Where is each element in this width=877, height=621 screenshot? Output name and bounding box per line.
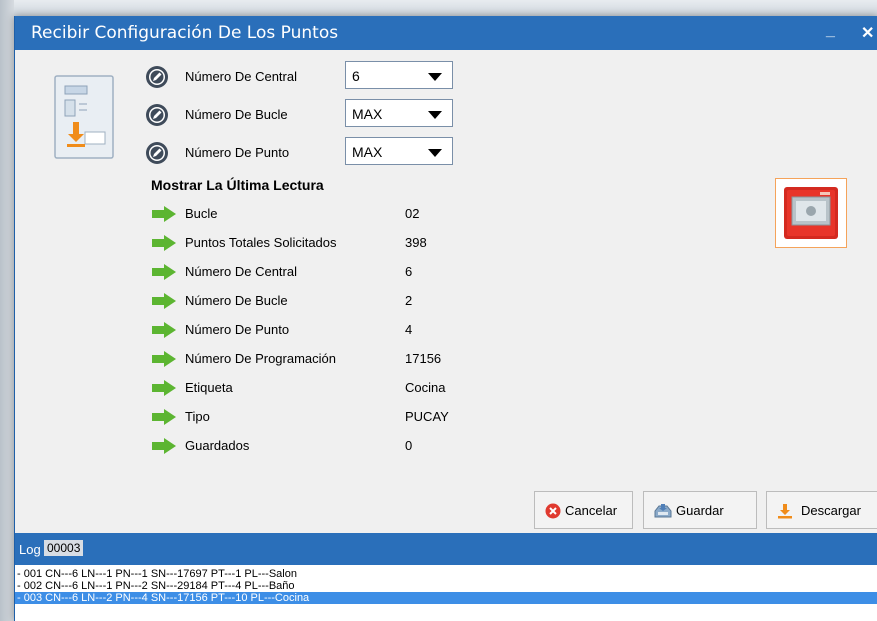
window-title: Recibir Configuración De Los Puntos [31,23,339,43]
info-label: Número De Bucle [185,293,288,308]
green-arrow-icon [152,206,176,222]
receive-config-window: Recibir Configuración De Los Puntos _ ✕ … [14,16,877,621]
info-label: Bucle [185,206,218,221]
field-label: Número De Punto [185,145,290,160]
field-label: Número De Central [185,69,297,84]
field-bucle: Número De Bucle MAX [145,99,465,131]
select-value: MAX [352,106,383,122]
edit-icon[interactable] [145,141,169,165]
green-arrow-icon [152,235,176,251]
chevron-down-icon[interactable] [428,149,442,157]
select-value: MAX [352,144,383,160]
green-arrow-icon [152,409,176,425]
punto-select[interactable]: MAX [345,137,453,165]
download-label: Descargar [801,503,861,518]
log-entry[interactable]: - 002 CN---6 LN---1 PN---2 SN---29184 PT… [15,580,877,592]
green-arrow-icon [152,351,176,367]
green-arrow-icon [152,322,176,338]
last-reading-title: Mostrar La Última Lectura [151,177,324,193]
green-arrow-icon [152,380,176,396]
save-disk-icon [654,504,672,518]
info-value: 4 [405,322,413,337]
info-label: Número De Punto [185,322,290,337]
save-label: Guardar [676,503,724,518]
callpoint-image [775,178,847,248]
select-value: 6 [352,68,360,84]
edit-icon[interactable] [145,103,169,127]
info-label: Puntos Totales Solicitados [185,235,337,250]
cancel-button[interactable]: Cancelar [534,491,633,529]
info-value: Cocina [405,380,446,395]
cancel-x-icon [545,503,561,519]
cancel-label: Cancelar [565,503,618,518]
bucle-select[interactable]: MAX [345,99,453,127]
green-arrow-icon [152,438,176,454]
edit-icon[interactable] [145,65,169,89]
info-value: 2 [405,293,413,308]
close-button[interactable]: ✕ [861,23,874,43]
manual-call-point-icon [784,187,838,239]
log-header: Log 00003 [15,533,877,565]
info-value: 6 [405,264,413,279]
info-value: 02 [405,206,420,221]
field-label: Número De Bucle [185,107,288,122]
log-list[interactable]: - 001 CN---6 LN---1 PN---1 SN---17697 PT… [15,565,877,621]
log-entry[interactable]: - 001 CN---6 LN---1 PN---1 SN---17697 PT… [15,568,877,580]
background-left-strip [0,0,14,621]
info-label: Número De Central [185,264,297,279]
info-label: Tipo [185,409,210,424]
background-top-strip [0,0,877,16]
log-count-badge: 00003 [44,540,84,556]
download-arrow-icon [778,504,792,519]
info-value: PUCAY [405,409,449,424]
minimize-button[interactable]: _ [826,22,835,40]
field-central: Número De Central 6 [145,61,465,93]
green-arrow-icon [152,264,176,280]
central-select[interactable]: 6 [345,61,453,89]
info-value: 17156 [405,351,442,366]
info-label: Etiqueta [185,380,233,395]
chevron-down-icon[interactable] [428,111,442,119]
info-value: 0 [405,438,413,453]
title-bar: Recibir Configuración De Los Puntos _ ✕ [15,16,877,50]
field-punto: Número De Punto MAX [145,137,465,169]
log-entry-selected[interactable]: - 003 CN---6 LN---2 PN---4 SN---17156 PT… [15,592,877,604]
info-label: Guardados [185,438,250,453]
fire-panel-download-icon [54,75,114,159]
info-value: 398 [405,235,427,250]
download-button[interactable]: Descargar [766,491,877,529]
chevron-down-icon[interactable] [428,73,442,81]
log-label: Log [19,542,41,557]
info-label: Número De Programación [185,351,337,366]
save-button[interactable]: Guardar [643,491,757,529]
green-arrow-icon [152,293,176,309]
